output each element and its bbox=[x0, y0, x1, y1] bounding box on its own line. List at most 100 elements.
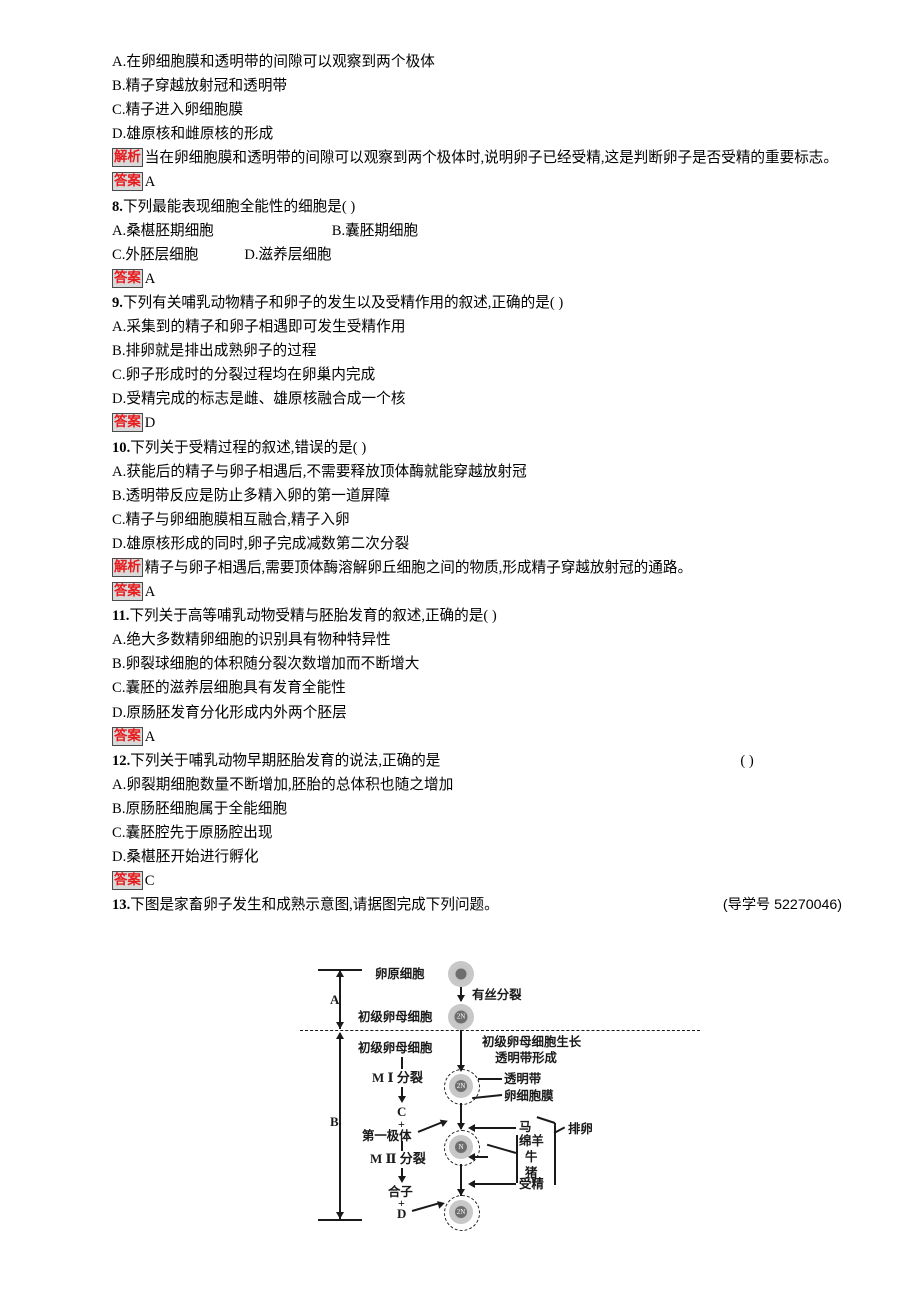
answer-value: C bbox=[144, 873, 155, 890]
exam-page: A.在卵细胞膜和透明带的间隙可以观察到两个极体 B.精子穿越放射冠和透明带 C.… bbox=[0, 0, 920, 1302]
arrow-growth-line bbox=[460, 1030, 462, 1070]
q9-stem: 下列有关哺乳动物精子和卵子的发生以及受精作用的叙述,正确的是( ) bbox=[122, 294, 564, 311]
q8-options-row2: C.外胚层细胞 D.滋养层细胞 bbox=[112, 243, 842, 267]
answer-value: A bbox=[144, 174, 156, 191]
bracket-b-stem bbox=[339, 1033, 341, 1219]
arrow-livestock-line bbox=[486, 1143, 517, 1154]
q9-option-c: C.卵子形成时的分裂过程均在卵巢内完成 bbox=[112, 367, 376, 384]
q12-blank-parens: ( ) bbox=[740, 752, 754, 769]
q10-answer: 答案 A bbox=[112, 580, 842, 604]
label-first-polar-body: 第一极体 bbox=[362, 1129, 412, 1143]
label-sheep: 绵羊 bbox=[519, 1134, 544, 1148]
q13-number: 13. bbox=[112, 897, 131, 914]
ovulation-bracket-top bbox=[536, 1116, 556, 1124]
q10-analysis: 解析 精子与卵子相遇后,需要顶体酶溶解卵丘细胞之间的物质,形成精子穿越放射冠的通路… bbox=[112, 556, 842, 580]
q10-option-a: A.获能后的精子与卵子相遇后,不需要释放顶体酶就能穿越放射冠 bbox=[112, 463, 527, 480]
q12-option-d: D.桑椹胚开始进行孵化 bbox=[112, 849, 259, 866]
q13-stem-row: 13.下图是家畜卵子发生和成熟示意图,请据图完成下列问题。 (导学号 522700… bbox=[112, 893, 842, 917]
q10-number: 10. bbox=[112, 439, 131, 456]
q11-stem-row: 11.下列关于高等哺乳动物受精与胚胎发育的叙述,正确的是( ) bbox=[112, 604, 842, 628]
nucleus bbox=[455, 968, 467, 980]
q12-option-a: A.卵裂期细胞数量不断增加,胚胎的总体积也随之增加 bbox=[112, 776, 454, 793]
q10-stem: 下列关于受精过程的叙述,错误的是( ) bbox=[130, 439, 367, 456]
animal-bracket-left bbox=[516, 1135, 518, 1183]
q9-option-d: D.受精完成的标志是雌、雄原核融合成一个核 bbox=[112, 391, 406, 408]
analysis-badge: 解析 bbox=[112, 148, 143, 168]
q11-stem: 下列关于高等哺乳动物受精与胚胎发育的叙述,正确的是( ) bbox=[129, 608, 497, 625]
q12-option-b: B.原肠胚细胞属于全能细胞 bbox=[112, 800, 288, 817]
q11-answer: 答案 A bbox=[112, 725, 842, 749]
bracket-b-bottom-cap bbox=[318, 1219, 362, 1222]
answer-value: A bbox=[144, 728, 156, 745]
q12-number: 12. bbox=[112, 752, 131, 769]
label-oogonium: 卵原细胞 bbox=[375, 967, 425, 981]
q9-option-a: A.采集到的精子和卵子相遇即可发生受精作用 bbox=[112, 319, 406, 336]
q7-answer: 答案 A bbox=[112, 170, 842, 194]
q11-number: 11. bbox=[112, 608, 130, 625]
label-growth-line2: 透明带形成 bbox=[495, 1051, 557, 1065]
connector-mi-top bbox=[401, 1057, 403, 1069]
label-primary-oocyte-left: 初级卵母细胞 bbox=[358, 1041, 433, 1055]
q12-option-c: C.囊胚腔先于原肠腔出现 bbox=[112, 825, 273, 841]
arrow-mitosis-head bbox=[457, 995, 465, 1002]
q9-answer: 答案 D bbox=[112, 411, 842, 435]
analysis-text: 精子与卵子相遇后,需要顶体酶溶解卵丘细胞之间的物质,形成精子穿越放射冠的通路。 bbox=[144, 559, 693, 576]
bracket-b-arrow-down bbox=[336, 1212, 344, 1219]
label-fertilization: 受精 bbox=[519, 1177, 544, 1191]
arrow-horse-line bbox=[472, 1127, 516, 1129]
answer-badge: 答案 bbox=[112, 413, 143, 433]
cell-oogonium bbox=[448, 961, 474, 987]
q8-option-b: B.囊胚期细胞 bbox=[331, 222, 419, 239]
q10-stem-row: 10.下列关于受精过程的叙述,错误的是( ) bbox=[112, 436, 842, 460]
q8-answer: 答案 A bbox=[112, 267, 842, 291]
bracket-b-label: B bbox=[330, 1114, 339, 1129]
label-mitosis: 有丝分裂 bbox=[472, 988, 522, 1002]
arrow-ovulation-head bbox=[457, 1123, 465, 1130]
arrow-fertilization-label-head bbox=[468, 1180, 475, 1188]
answer-badge: 答案 bbox=[112, 582, 143, 602]
cell-zygote: 2N bbox=[449, 1200, 473, 1224]
q13-stem: 下图是家畜卵子发生和成熟示意图,请据图完成下列问题。 bbox=[130, 897, 499, 914]
nucleus: N bbox=[455, 1141, 467, 1153]
answer-badge: 答案 bbox=[112, 871, 143, 891]
nucleus: 2N bbox=[455, 1206, 467, 1218]
exam-content: A.在卵细胞膜和透明带的间隙可以观察到两个极体 B.精子穿越放射冠和透明带 C.… bbox=[112, 50, 842, 917]
cell-oocyte-with-zona: 2N bbox=[449, 1074, 473, 1098]
q10-option-c: C.精子与卵细胞膜相互融合,精子入卵 bbox=[112, 511, 350, 528]
arrow-polar-body-head bbox=[439, 1116, 450, 1128]
label-mi-division: M Ⅰ 分裂 bbox=[372, 1070, 423, 1085]
analysis-text: 当在卵细胞膜和透明带的间隙可以观察到两个极体时,说明卵子已经受精,这是判断卵子是… bbox=[144, 150, 838, 167]
label-primary-oocyte-top: 初级卵母细胞 bbox=[358, 1010, 433, 1024]
label-d: D bbox=[397, 1206, 407, 1221]
label-mii-division: M Ⅱ 分裂 bbox=[370, 1151, 426, 1166]
q11-option-c: C.囊胚的滋养层细胞具有发育全能性 bbox=[112, 680, 346, 697]
stage-divider bbox=[300, 1030, 700, 1031]
arrow-livestock-head bbox=[468, 1153, 475, 1161]
q8-option-a: A.桑椹胚期细胞 bbox=[112, 222, 214, 239]
oogenesis-diagram: A B 卵原细胞 有丝分裂 2N 初级卵母细胞 初级卵母细胞生长 透明带形成 2… bbox=[300, 955, 720, 1245]
arrow-fertilization-label-line bbox=[472, 1183, 516, 1185]
nucleus: 2N bbox=[455, 1080, 467, 1092]
q11-option-b: B.卵裂球细胞的体积随分裂次数增加而不断增大 bbox=[112, 656, 420, 673]
arrow-horse-head bbox=[468, 1124, 475, 1132]
leader-zona bbox=[478, 1078, 502, 1080]
q7-option-c: C.精子进入卵细胞膜 bbox=[112, 102, 244, 119]
q10-option-d: D.雄原核形成的同时,卵子完成减数第二次分裂 bbox=[112, 535, 410, 552]
q7-option-d: D.雄原核和雌原核的形成 bbox=[112, 126, 274, 143]
q9-stem-row: 9.下列有关哺乳动物精子和卵子的发生以及受精作用的叙述,正确的是( ) bbox=[112, 291, 842, 315]
q8-number: 8. bbox=[112, 198, 123, 215]
bracket-b-arrow-up bbox=[336, 1032, 344, 1039]
q8-option-d: D.滋养层细胞 bbox=[244, 246, 332, 263]
label-growth-line1: 初级卵母细胞生长 bbox=[482, 1035, 582, 1049]
connector-mii-top bbox=[401, 1141, 403, 1151]
q9-option-b: B.排卵就是排出成熟卵子的过程 bbox=[112, 343, 317, 360]
q11-option-a: A.绝大多数精卵细胞的识别具有物种特异性 bbox=[112, 632, 391, 649]
q8-stem-row: 8.下列最能表现细胞全能性的细胞是( ) bbox=[112, 195, 842, 219]
q8-options-row1: A.桑椹胚期细胞 B.囊胚期细胞 bbox=[112, 219, 842, 243]
q9-number: 9. bbox=[112, 294, 123, 311]
answer-value: A bbox=[144, 270, 156, 287]
arrow-mi-head bbox=[398, 1096, 406, 1103]
q11-option-d: D.原肠胚发育分化形成内外两个胚层 bbox=[112, 704, 347, 721]
study-guide-number: (导学号 52270046) bbox=[722, 897, 842, 914]
label-cattle: 牛 bbox=[525, 1150, 538, 1164]
